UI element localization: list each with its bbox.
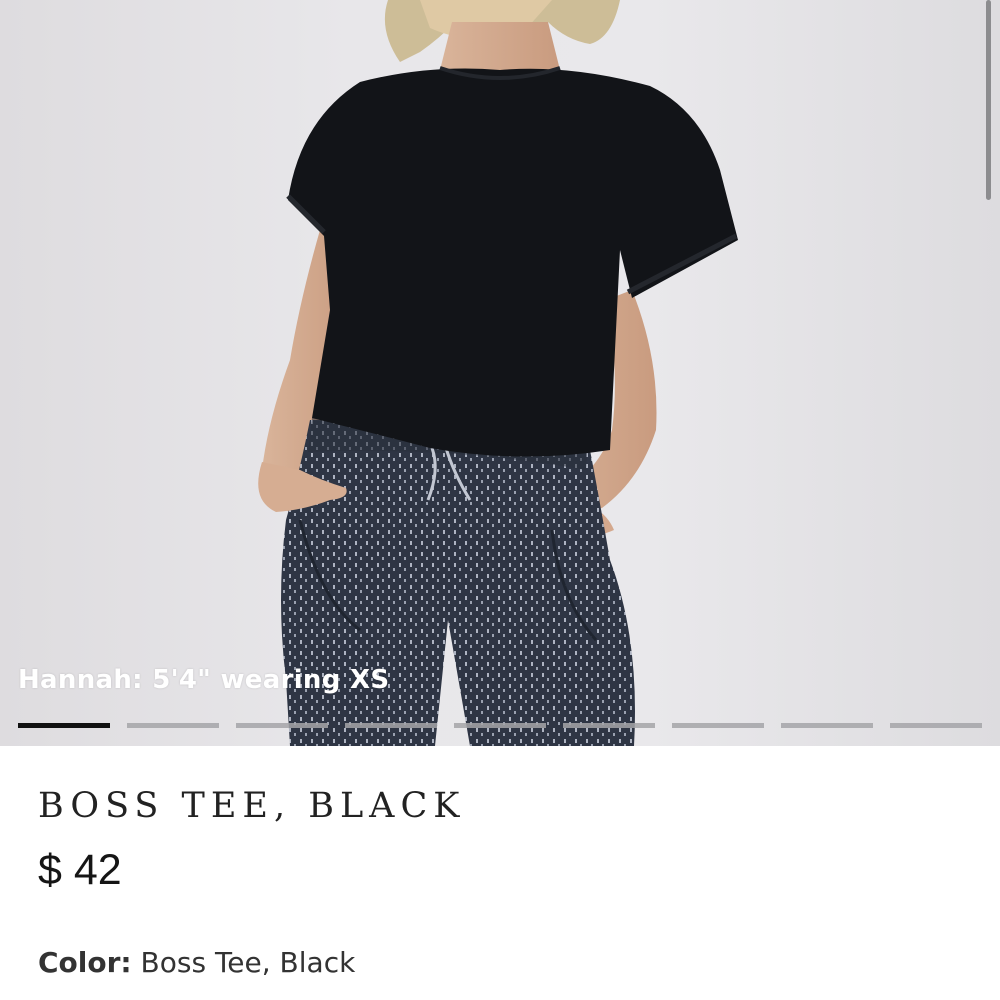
gallery-dot-6[interactable]	[563, 723, 655, 728]
model-size-caption: Hannah: 5'4" wearing XS	[18, 665, 390, 695]
gallery-dot-3[interactable]	[236, 723, 328, 728]
gallery-dot-4[interactable]	[345, 723, 437, 728]
gallery-dot-7[interactable]	[672, 723, 764, 728]
gallery-dot-5[interactable]	[454, 723, 546, 728]
color-label: Color:	[38, 946, 132, 979]
gallery-pagination	[18, 723, 982, 729]
color-value: Boss Tee, Black	[140, 946, 356, 979]
product-title: BOSS TEE, BLACK	[38, 786, 466, 826]
gallery-dot-8[interactable]	[781, 723, 873, 728]
page-scrollbar[interactable]	[986, 0, 991, 200]
gallery-dot-9[interactable]	[890, 723, 982, 728]
product-photo	[258, 0, 738, 746]
gallery-dot-1[interactable]	[18, 723, 110, 728]
color-selection: Color: Boss Tee, Black	[38, 946, 355, 979]
product-page: Hannah: 5'4" wearing XS BOSS TEE, BLACK …	[0, 0, 1000, 1000]
product-price: $ 42	[38, 846, 122, 894]
gallery-dot-2[interactable]	[127, 723, 219, 728]
product-image-gallery[interactable]: Hannah: 5'4" wearing XS	[0, 0, 1000, 746]
